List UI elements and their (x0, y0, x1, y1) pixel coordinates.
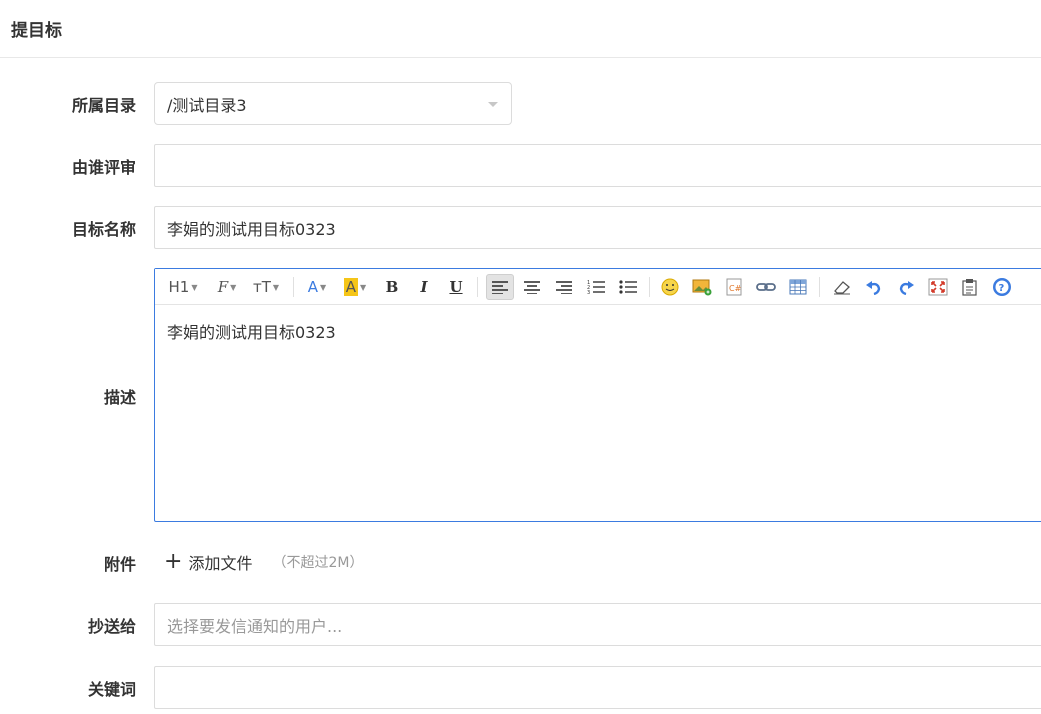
cc-placeholder: 选择要发信通知的用户... (167, 616, 343, 636)
table-icon (789, 279, 807, 295)
font-color-icon: A (307, 278, 319, 296)
page-header: 提目标 (0, 0, 1041, 58)
reviewer-label: 由谁评审 (71, 158, 136, 177)
fullscreen-button[interactable] (925, 274, 951, 300)
cc-input[interactable]: 选择要发信通知的用户... (154, 603, 1041, 646)
description-label: 描述 (103, 388, 136, 407)
redo-icon (899, 281, 914, 295)
attachment-label: 附件 (103, 555, 136, 574)
editor-content[interactable]: 李娟的测试用目标0323 (167, 319, 336, 343)
image-icon (692, 279, 712, 296)
italic-button[interactable]: I (413, 274, 435, 300)
font-color-button[interactable]: A ▼ (303, 274, 331, 300)
highlight-button[interactable]: A ▼ (339, 274, 371, 300)
fullscreen-icon (928, 278, 948, 296)
ordered-list-icon: 123 (587, 280, 605, 295)
cc-label: 抄送给 (87, 617, 136, 636)
unordered-list-icon (619, 280, 637, 294)
toolbar-separator (819, 277, 820, 297)
bold-button[interactable]: B (381, 274, 403, 300)
editor-toolbar: H1 ▼ F ▼ тT ▼ A ▼ A ▼ B I U 1 2 3 C# ? (155, 269, 1041, 305)
undo-icon (866, 281, 881, 295)
align-right-icon (556, 281, 572, 294)
name-input[interactable]: 李娟的测试用目标0323 (154, 206, 1041, 249)
font-size-button[interactable]: тT ▼ (249, 274, 283, 300)
help-button[interactable]: ? (989, 274, 1015, 300)
directory-select[interactable]: /测试目录3 (154, 82, 512, 125)
emoji-button[interactable] (657, 274, 683, 300)
code-icon: C# (726, 278, 742, 296)
redo-button[interactable] (893, 274, 919, 300)
attachment-size-hint: （不超过2M） (272, 555, 364, 571)
help-icon: ? (993, 278, 1011, 296)
attachment-area: + 添加文件 （不超过2M） (164, 549, 363, 575)
align-right-button[interactable] (551, 274, 577, 300)
font-size-icon: тT (252, 278, 271, 296)
highlight-icon: A (343, 278, 359, 296)
align-left-button[interactable] (486, 274, 514, 300)
eraser-icon (834, 281, 850, 295)
reviewer-input[interactable] (154, 144, 1041, 187)
toolbar-separator (477, 277, 478, 297)
clipboard-icon (962, 279, 977, 296)
page-title: 提目标 (11, 21, 62, 41)
toolbar-separator (293, 277, 294, 297)
toolbar-separator (649, 277, 650, 297)
align-center-icon (524, 281, 540, 294)
undo-button[interactable] (861, 274, 887, 300)
caret-down-icon (488, 102, 498, 107)
bold-icon: B (385, 278, 399, 296)
directory-label: 所属目录 (71, 96, 136, 115)
font-family-icon: F (217, 278, 229, 296)
insert-image-button[interactable] (689, 274, 715, 300)
svg-text:C#: C# (729, 284, 742, 293)
underline-icon: U (449, 278, 463, 296)
directory-value: /测试目录3 (167, 95, 247, 115)
name-value: 李娟的测试用目标0323 (167, 219, 336, 239)
clear-format-button[interactable] (829, 274, 855, 300)
svg-text:?: ? (999, 283, 1005, 294)
align-left-icon (492, 281, 508, 294)
insert-link-button[interactable] (753, 274, 779, 300)
plus-icon[interactable]: + (164, 551, 182, 573)
smiley-icon (661, 278, 679, 296)
description-editor[interactable]: H1 ▼ F ▼ тT ▼ A ▼ A ▼ B I U 1 2 3 C# ? 李… (154, 268, 1041, 522)
paste-text-button[interactable] (957, 274, 983, 300)
font-family-button[interactable]: F ▼ (211, 274, 243, 300)
insert-code-button[interactable]: C# (721, 274, 747, 300)
insert-table-button[interactable] (785, 274, 811, 300)
keywords-input[interactable] (154, 666, 1041, 709)
keywords-label: 关键词 (87, 680, 136, 699)
ordered-list-button[interactable]: 123 (583, 274, 609, 300)
heading-icon: H1 (168, 278, 190, 296)
link-icon (756, 283, 776, 291)
heading-button[interactable]: H1 ▼ (165, 274, 201, 300)
add-file-button[interactable]: 添加文件 (188, 550, 252, 574)
unordered-list-button[interactable] (615, 274, 641, 300)
name-label: 目标名称 (71, 220, 136, 239)
underline-button[interactable]: U (445, 274, 467, 300)
svg-text:3: 3 (587, 290, 590, 295)
align-center-button[interactable] (519, 274, 545, 300)
italic-icon: I (420, 278, 428, 296)
